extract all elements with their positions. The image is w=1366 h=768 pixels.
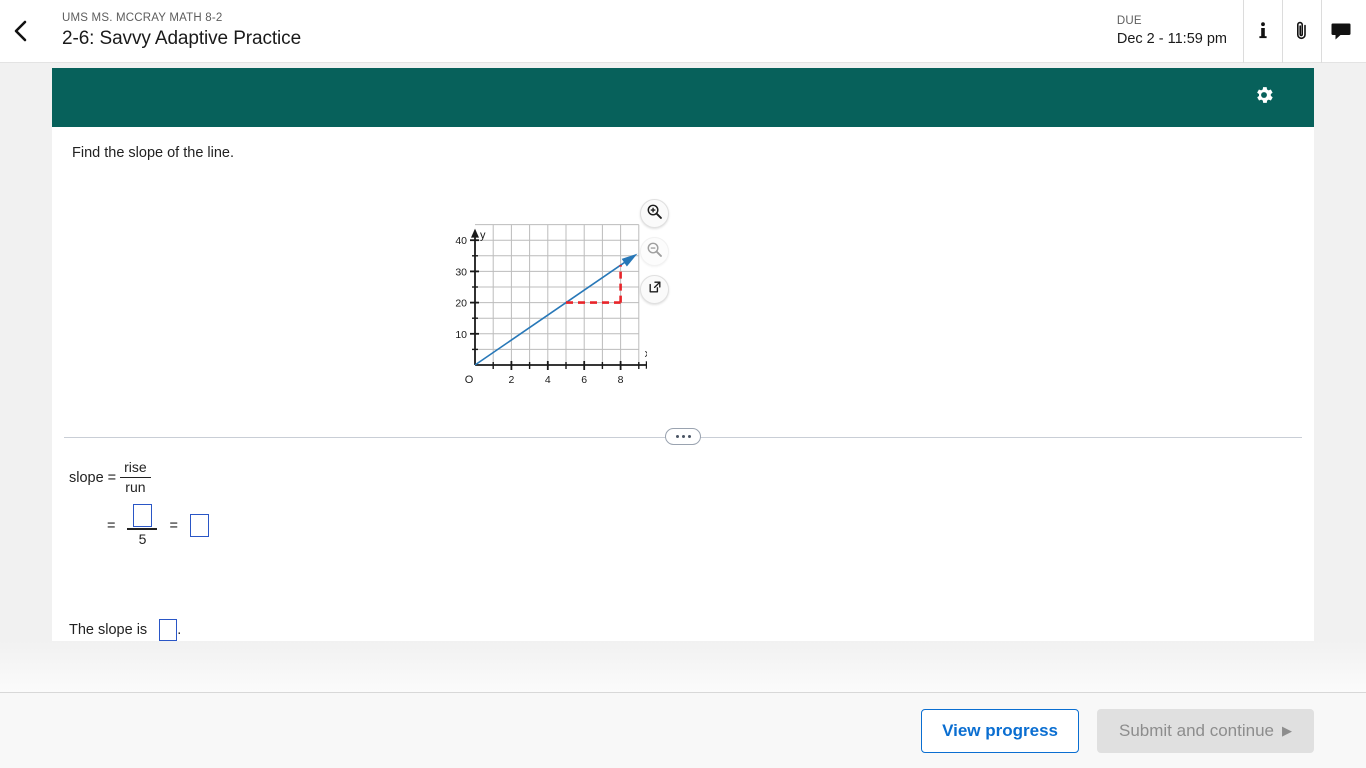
numerator-cell xyxy=(129,504,156,528)
question-prompt: Find the slope of the line. xyxy=(72,145,235,161)
paperclip-icon xyxy=(1294,20,1310,42)
question-card: Find the slope of the line. 10 20 30 40 2 4 6 8… xyxy=(52,68,1314,680)
submit-label: Submit and continue xyxy=(1119,720,1274,740)
svg-text:2: 2 xyxy=(508,374,514,386)
zoom-in-button[interactable] xyxy=(640,199,669,228)
play-arrow-icon: ▶ xyxy=(1282,723,1292,738)
equals-sign: = xyxy=(107,469,117,486)
card-banner xyxy=(52,68,1314,127)
slope-formula-row: slope = rise run xyxy=(69,459,209,496)
header-actions: DUE Dec 2 - 11:59 pm xyxy=(1117,0,1366,63)
slope-sentence-prefix: The slope is xyxy=(69,622,148,638)
zoom-out-button[interactable] xyxy=(640,237,669,266)
rise-over-run-fraction: rise run xyxy=(120,459,151,496)
due-value: Dec 2 - 11:59 pm xyxy=(1116,31,1227,47)
settings-button[interactable] xyxy=(1250,84,1278,112)
gear-icon xyxy=(1253,84,1275,111)
header-title-group: UMS MS. MCCRAY MATH 8-2 2-6: Savvy Adapt… xyxy=(42,11,301,51)
zoom-out-icon xyxy=(646,241,663,263)
fraction-bar-2 xyxy=(127,528,158,530)
run-word: run xyxy=(125,479,146,496)
coordinate-graph: 10 20 30 40 2 4 6 8 y x O xyxy=(447,197,655,397)
svg-text:y: y xyxy=(480,230,486,242)
rise-word: rise xyxy=(124,459,147,475)
app-header: UMS MS. MCCRAY MATH 8-2 2-6: Savvy Adapt… xyxy=(0,0,1366,63)
assignment-title: 2-6: Savvy Adaptive Practice xyxy=(62,28,302,49)
answer-work-area: slope = rise run = 5 = The slope is . xyxy=(69,459,209,680)
footer-bar: View progress Submit and continue ▶ xyxy=(0,692,1366,768)
graph-svg: 10 20 30 40 2 4 6 8 y x O xyxy=(455,224,655,386)
denominator-value: 5 xyxy=(138,530,147,547)
due-label: DUE xyxy=(1116,15,1142,27)
back-button[interactable] xyxy=(0,0,42,63)
chevron-left-icon xyxy=(13,19,29,43)
fraction-bar xyxy=(120,477,151,479)
due-block: DUE Dec 2 - 11:59 pm xyxy=(1117,13,1243,49)
svg-text:30: 30 xyxy=(455,266,467,278)
external-link-icon xyxy=(647,279,663,300)
section-divider xyxy=(64,428,1302,446)
card-bottom-strip xyxy=(0,641,1366,692)
dot xyxy=(687,435,691,438)
graph-tools xyxy=(640,199,669,304)
equals-sign-2: = xyxy=(107,517,116,534)
svg-text:O: O xyxy=(465,374,474,386)
submit-and-continue-button[interactable]: Submit and continue ▶ xyxy=(1097,708,1314,753)
slope-computation-row: = 5 = xyxy=(69,504,209,547)
numerator-input[interactable] xyxy=(132,504,152,528)
zoom-in-icon xyxy=(646,203,663,225)
open-in-new-window-button[interactable] xyxy=(640,275,669,304)
drag-handle-dots-icon[interactable] xyxy=(665,428,701,445)
card-body: Find the slope of the line. 10 20 30 40 2 4 6 8… xyxy=(52,127,1314,680)
answer-fraction: 5 xyxy=(127,504,158,547)
slope-sentence: The slope is . xyxy=(69,619,181,641)
slope-word: slope xyxy=(69,469,104,486)
comments-button[interactable] xyxy=(1321,0,1366,63)
info-icon xyxy=(1255,21,1271,41)
info-button[interactable] xyxy=(1243,0,1282,63)
dot xyxy=(675,435,679,438)
equals-sign-3: = xyxy=(169,517,178,534)
slope-sentence-suffix: . xyxy=(177,622,182,638)
svg-text:4: 4 xyxy=(545,374,551,386)
svg-text:8: 8 xyxy=(618,374,624,386)
dot xyxy=(681,435,685,438)
svg-text:40: 40 xyxy=(455,235,467,247)
view-progress-button[interactable]: View progress xyxy=(921,708,1079,753)
result-input[interactable] xyxy=(189,514,209,538)
svg-text:x: x xyxy=(645,348,647,360)
attachment-button[interactable] xyxy=(1282,0,1321,63)
course-name: UMS MS. MCCRAY MATH 8-2 xyxy=(62,12,223,24)
comment-icon xyxy=(1330,21,1352,41)
svg-text:10: 10 xyxy=(455,329,467,341)
svg-text:20: 20 xyxy=(455,298,467,310)
svg-text:6: 6 xyxy=(581,374,587,386)
slope-answer-input[interactable] xyxy=(159,619,178,641)
